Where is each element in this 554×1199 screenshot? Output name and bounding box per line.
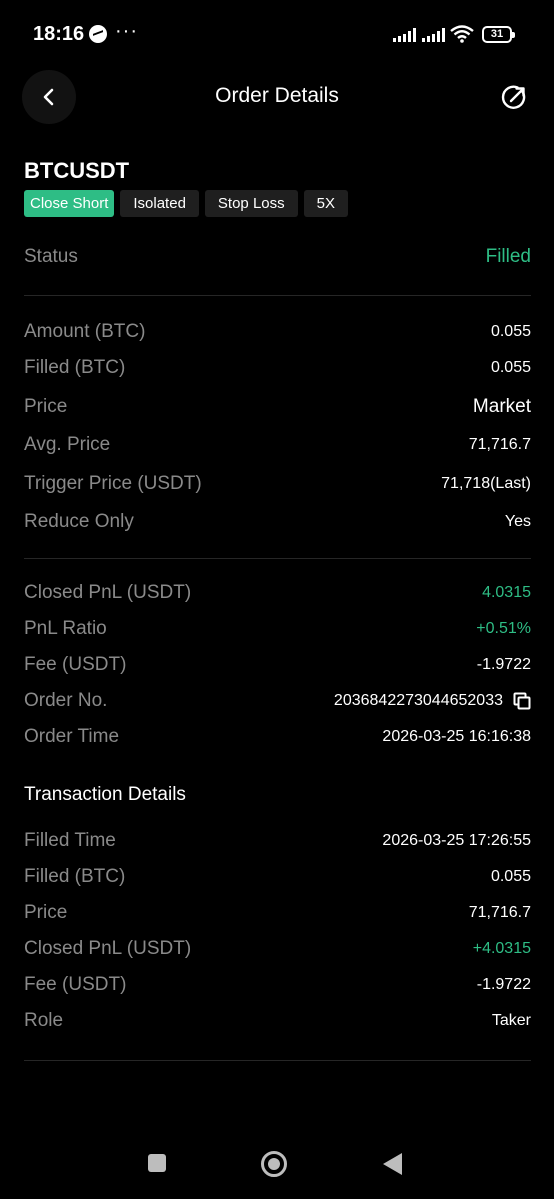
pnl-row-ratio: PnL Ratio +0.51% bbox=[24, 618, 531, 640]
header: Order Details bbox=[0, 70, 554, 124]
transaction-row-filled: Filled (BTC) 0.055 bbox=[24, 866, 531, 888]
pnl-row-closed: Closed PnL (USDT) 4.0315 bbox=[24, 582, 531, 604]
tag-side: Close Short bbox=[24, 190, 115, 217]
tag-leverage: 5X bbox=[303, 190, 348, 217]
detail-value: 71,718(Last) bbox=[441, 475, 531, 492]
transaction-value: 0.055 bbox=[490, 868, 531, 885]
transaction-row-price: Price 71,716.7 bbox=[24, 902, 531, 924]
detail-row-reduce-only: Reduce Only Yes bbox=[24, 511, 531, 533]
pnl-row-fee: Fee (USDT) -1.9722 bbox=[24, 654, 531, 676]
page-title: Order Details bbox=[215, 84, 339, 107]
tag-order-type: Stop Loss bbox=[204, 190, 298, 217]
status-value: Filled bbox=[485, 246, 531, 267]
messenger-notification-icon bbox=[89, 25, 107, 43]
detail-value: 0.055 bbox=[490, 323, 531, 340]
status-time: 18:16 bbox=[33, 23, 85, 45]
transaction-label: Role bbox=[24, 1010, 64, 1031]
pnl-value: +0.51% bbox=[476, 620, 531, 637]
more-notifications-icon: ··· bbox=[115, 20, 138, 42]
detail-row-trigger-price: Trigger Price (USDT) 71,718(Last) bbox=[24, 473, 531, 495]
status-label: Status bbox=[24, 246, 78, 267]
transaction-label: Filled (BTC) bbox=[24, 866, 126, 887]
transaction-row-fee: Fee (USDT) -1.9722 bbox=[24, 974, 531, 996]
detail-row-price: Price Market bbox=[24, 396, 531, 418]
status-bar: 18:16 ··· 31 bbox=[0, 0, 554, 70]
detail-label: Price bbox=[24, 396, 68, 417]
transaction-value: Taker bbox=[491, 1012, 531, 1029]
order-no-group: 2036842273044652033 bbox=[334, 692, 531, 710]
transaction-row-closed-pnl: Closed PnL (USDT) +4.0315 bbox=[24, 938, 531, 960]
detail-label: Filled (BTC) bbox=[24, 357, 126, 378]
status-row: Status Filled bbox=[24, 246, 531, 268]
transaction-label: Filled Time bbox=[24, 830, 116, 851]
pnl-label: Fee (USDT) bbox=[24, 654, 127, 675]
detail-row-filled: Filled (BTC) 0.055 bbox=[24, 357, 531, 379]
wifi-icon bbox=[450, 25, 474, 43]
copy-icon[interactable] bbox=[513, 692, 531, 710]
pnl-row-order-time: Order Time 2026-03-25 16:16:38 bbox=[24, 726, 531, 748]
battery-icon: 31 bbox=[482, 26, 515, 43]
detail-label: Reduce Only bbox=[24, 511, 134, 532]
share-icon[interactable] bbox=[500, 82, 530, 112]
pnl-label: Closed PnL (USDT) bbox=[24, 582, 192, 603]
transaction-value: +4.0315 bbox=[472, 940, 531, 957]
signal-icon bbox=[422, 28, 445, 42]
detail-value: 71,716.7 bbox=[468, 436, 531, 453]
pnl-label: Order Time bbox=[24, 726, 120, 747]
pnl-label: Order No. bbox=[24, 690, 108, 711]
detail-row-amount: Amount (BTC) 0.055 bbox=[24, 321, 531, 343]
divider bbox=[24, 1060, 531, 1061]
transaction-row-role: Role Taker bbox=[24, 1010, 531, 1032]
detail-value: Market bbox=[472, 396, 531, 417]
detail-value: 0.055 bbox=[490, 359, 531, 376]
signal-icon bbox=[393, 28, 416, 42]
detail-label: Amount (BTC) bbox=[24, 321, 146, 342]
home-icon[interactable] bbox=[261, 1151, 287, 1177]
pnl-value: 2026-03-25 16:16:38 bbox=[382, 728, 531, 745]
divider bbox=[24, 295, 531, 296]
pnl-row-order-no: Order No. 2036842273044652033 bbox=[24, 690, 531, 712]
detail-label: Avg. Price bbox=[24, 434, 111, 455]
order-number: 2036842273044652033 bbox=[333, 692, 503, 709]
transaction-label: Closed PnL (USDT) bbox=[24, 938, 192, 959]
detail-row-avg-price: Avg. Price 71,716.7 bbox=[24, 434, 531, 456]
recent-apps-icon[interactable] bbox=[148, 1154, 166, 1172]
tag-margin-mode: Isolated bbox=[120, 190, 199, 217]
transaction-label: Price bbox=[24, 902, 68, 923]
transaction-details-title: Transaction Details bbox=[24, 784, 186, 805]
detail-value: Yes bbox=[504, 513, 531, 530]
divider bbox=[24, 558, 531, 559]
system-back-icon[interactable] bbox=[383, 1153, 402, 1175]
transaction-value: 71,716.7 bbox=[468, 904, 531, 921]
pnl-value: -1.9722 bbox=[476, 656, 531, 673]
detail-label: Trigger Price (USDT) bbox=[24, 473, 202, 494]
trading-pair: BTCUSDT bbox=[24, 158, 130, 183]
transaction-label: Fee (USDT) bbox=[24, 974, 127, 995]
transaction-value: 2026-03-25 17:26:55 bbox=[382, 832, 531, 849]
pnl-label: PnL Ratio bbox=[24, 618, 107, 639]
order-tags: Close Short Isolated Stop Loss 5X bbox=[24, 190, 348, 217]
transaction-value: -1.9722 bbox=[476, 976, 531, 993]
transaction-row-filled-time: Filled Time 2026-03-25 17:26:55 bbox=[24, 830, 531, 852]
battery-level: 31 bbox=[490, 28, 504, 40]
pnl-value: 4.0315 bbox=[482, 584, 531, 601]
